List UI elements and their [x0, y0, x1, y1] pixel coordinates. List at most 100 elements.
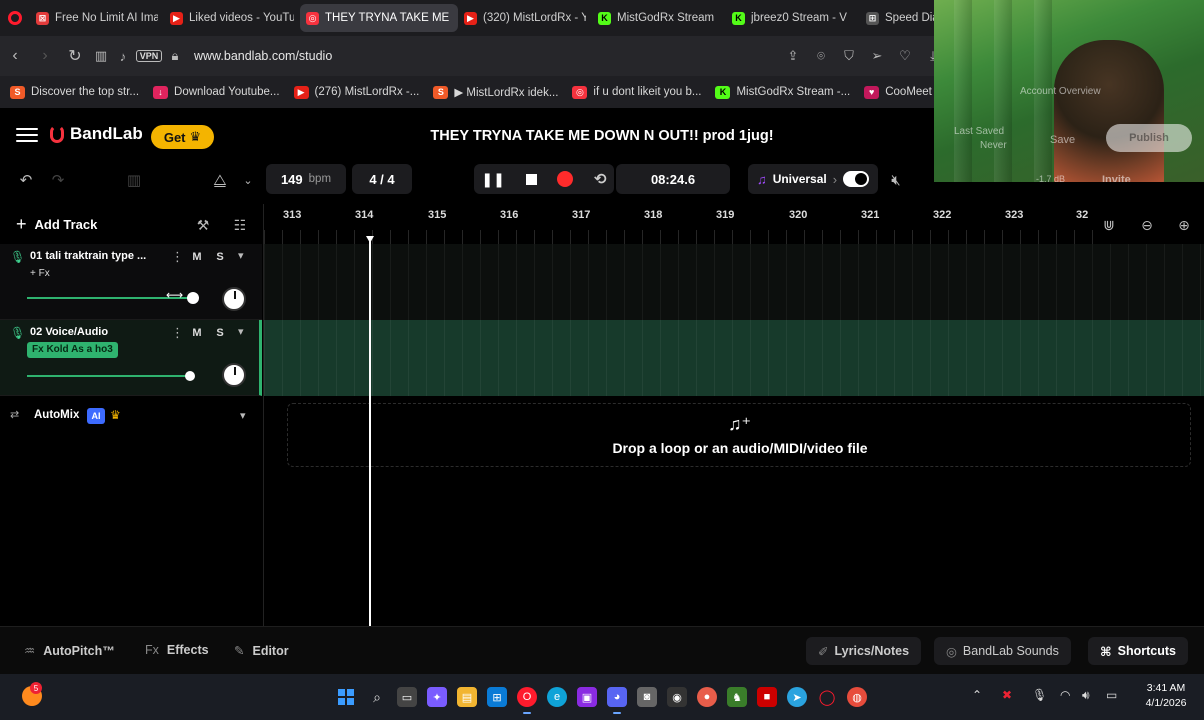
pause-icon[interactable]: ❚❚	[481, 171, 504, 188]
bookmark-item[interactable]: S ▶ MistLordRx idek...	[433, 85, 558, 99]
opera-logo-icon[interactable]	[0, 0, 30, 36]
track-settings-icon[interactable]: ☷	[229, 214, 251, 236]
add-fx-button[interactable]: + Fx	[30, 268, 50, 279]
key-toggle[interactable]	[843, 171, 870, 187]
bookmark-item[interactable]: K MistGodRx Stream -...	[715, 85, 850, 99]
camera-icon[interactable]: ⌾	[810, 48, 832, 64]
bandlab-logo[interactable]: BandLab	[50, 124, 143, 144]
windows-start-icon[interactable]	[338, 689, 354, 705]
solo-button[interactable]: S	[212, 325, 228, 341]
drop-zone[interactable]: ♫⁺ Drop a loop or an audio/MIDI/video fi…	[287, 403, 1191, 467]
browser-tab-active[interactable]: ◎ THEY TRYNA TAKE ME DO	[300, 4, 458, 32]
track-name[interactable]: 01 tali traktrain type ...	[30, 250, 160, 262]
file-explorer-icon[interactable]: ▤	[457, 687, 477, 707]
browser-tab[interactable]: K MistGodRx Stream	[592, 4, 726, 32]
redo-icon[interactable]: ↷	[46, 168, 70, 192]
camera-app-icon[interactable]: ◙	[637, 687, 657, 707]
battery-icon[interactable]: ▭	[1106, 688, 1117, 702]
wand-icon[interactable]: ⚒	[192, 214, 214, 236]
vpn-badge[interactable]: VPN	[134, 50, 164, 62]
microphone-icon[interactable]: 🎙︎	[1032, 688, 1047, 702]
key-selector[interactable]: ♫ Universal ›	[748, 164, 878, 194]
track-lane-selected[interactable]	[264, 320, 1204, 396]
chevron-down-icon[interactable]: ▾	[240, 409, 246, 422]
metronome-icon[interactable]: ⧋	[208, 168, 232, 192]
edge-icon[interactable]: e	[547, 687, 567, 707]
zoom-in-icon[interactable]: ⊕	[1173, 214, 1195, 236]
app-icon[interactable]: ◍	[847, 687, 867, 707]
bookmark-item[interactable]: ↓ Download Youtube...	[153, 85, 280, 99]
get-membership-button[interactable]: Get ♛	[151, 125, 214, 149]
mute-button[interactable]: M	[189, 325, 205, 341]
app-icon[interactable]: ▣	[577, 687, 597, 707]
magnet-icon[interactable]: ⋓	[1098, 214, 1120, 236]
timeline-ruler[interactable]: 313 314 315 316 317 318 319 320 321 322 …	[264, 204, 1204, 244]
loop-icon[interactable]: ⟲	[594, 170, 607, 188]
store-icon[interactable]: ⊞	[487, 687, 507, 707]
send-icon[interactable]: ➢	[866, 48, 888, 64]
opera-gx-icon[interactable]: ◯	[817, 687, 837, 707]
lyrics-notes-button[interactable]: ✐ Lyrics/Notes	[806, 637, 922, 665]
undo-icon[interactable]: ↶	[14, 168, 38, 192]
metronome-chevron-icon[interactable]: ⌄	[236, 168, 260, 192]
url-input[interactable]: www.bandlab.com/studio	[194, 49, 332, 63]
automix-row[interactable]: ⇄ AutoMix AI ♛ ▾	[0, 400, 262, 432]
heart-icon[interactable]: ♡	[894, 48, 916, 64]
mute-button[interactable]: M	[189, 249, 205, 265]
volume-icon[interactable]: 🔊︎	[1082, 688, 1090, 703]
volume-slider[interactable]	[27, 375, 191, 377]
task-view-icon[interactable]: ▭	[397, 687, 417, 707]
wifi-icon[interactable]: ◠	[1060, 688, 1070, 702]
fx-preset-chip[interactable]: Fx Kold As a ho3	[27, 342, 118, 358]
track-lane[interactable]	[264, 244, 1204, 320]
chevron-down-icon[interactable]: ▾	[238, 249, 244, 262]
track-name[interactable]: 02 Voice/Audio	[30, 326, 160, 338]
browser-tab[interactable]: K jbreez0 Stream - V	[726, 4, 860, 32]
opera-icon[interactable]: O	[517, 687, 537, 714]
time-display[interactable]: 08:24.6	[616, 164, 730, 194]
volume-slider-thumb[interactable]	[187, 292, 199, 304]
record-button[interactable]	[557, 171, 574, 187]
speaker-mute-icon[interactable]: 🔇︎	[884, 168, 908, 192]
track-row-selected[interactable]: 🎙︎ 02 Voice/Audio ⋮ M S ▾ Fx Kold As a h…	[0, 320, 262, 396]
app-icon[interactable]: ■	[757, 687, 777, 707]
autopitch-button[interactable]: ♒ AutoPitch™	[24, 643, 115, 659]
track-menu-icon[interactable]: ⋮	[171, 249, 184, 265]
bpm-field[interactable]: 149 bpm	[266, 164, 346, 194]
browser-tab[interactable]: ▶ Liked videos - YouTub	[164, 4, 300, 32]
track-row[interactable]: 🎙︎ 01 tali traktrain type ... ⋮ M S ▾ + …	[0, 244, 262, 320]
shield-icon[interactable]: ⛉	[838, 48, 860, 64]
share-icon[interactable]: ⇪	[782, 48, 804, 64]
discord-icon[interactable]: ◕	[607, 687, 627, 714]
telegram-icon[interactable]: ➤	[787, 687, 807, 707]
add-track-button[interactable]: + Add Track	[16, 214, 97, 235]
browser-tab[interactable]: ▶ (320) MistLordRx - Yo	[458, 4, 592, 32]
shortcuts-button[interactable]: ⌘ Shortcuts	[1088, 637, 1188, 665]
reload-icon[interactable]: ↻	[60, 36, 90, 76]
pan-knob[interactable]	[222, 363, 246, 387]
app-icon[interactable]: ♞	[727, 687, 747, 707]
app-icon[interactable]: ●	[697, 687, 717, 707]
clock[interactable]: 3:41 AM 4/1/2026	[1138, 681, 1194, 711]
zoom-out-icon[interactable]: ⊖	[1136, 214, 1158, 236]
bookmark-item[interactable]: ◎ if u dont likeit you b...	[572, 85, 701, 99]
volume-slider-thumb[interactable]	[185, 371, 195, 381]
bookmark-item[interactable]: ▶ (276) MistLordRx -...	[293, 85, 419, 99]
track-menu-icon[interactable]: ⋮	[171, 325, 184, 341]
search-icon[interactable]: ⌕	[367, 687, 387, 707]
copilot-icon[interactable]: ✦	[427, 687, 447, 707]
mixer-icon[interactable]: ▥	[122, 168, 146, 192]
editor-button[interactable]: ✎ Editor	[234, 643, 289, 659]
playhead[interactable]	[369, 240, 371, 626]
stop-icon[interactable]	[525, 173, 537, 185]
bookmark-item[interactable]: S Discover the top str...	[10, 85, 139, 99]
reader-icon[interactable]: ▥	[90, 48, 112, 64]
bandlab-sounds-button[interactable]: ◎ BandLab Sounds	[934, 637, 1071, 665]
menu-icon[interactable]	[16, 128, 38, 142]
microphone-icon[interactable]: ♪	[112, 49, 134, 64]
tray-chevron-icon[interactable]: ⌃	[972, 688, 982, 702]
solo-button[interactable]: S	[212, 249, 228, 265]
tray-app-icon[interactable]: ✖	[1002, 688, 1012, 702]
browser-tab[interactable]: ⊠ Free No Limit AI Imag	[30, 4, 164, 32]
chevron-down-icon[interactable]: ▾	[238, 325, 244, 338]
